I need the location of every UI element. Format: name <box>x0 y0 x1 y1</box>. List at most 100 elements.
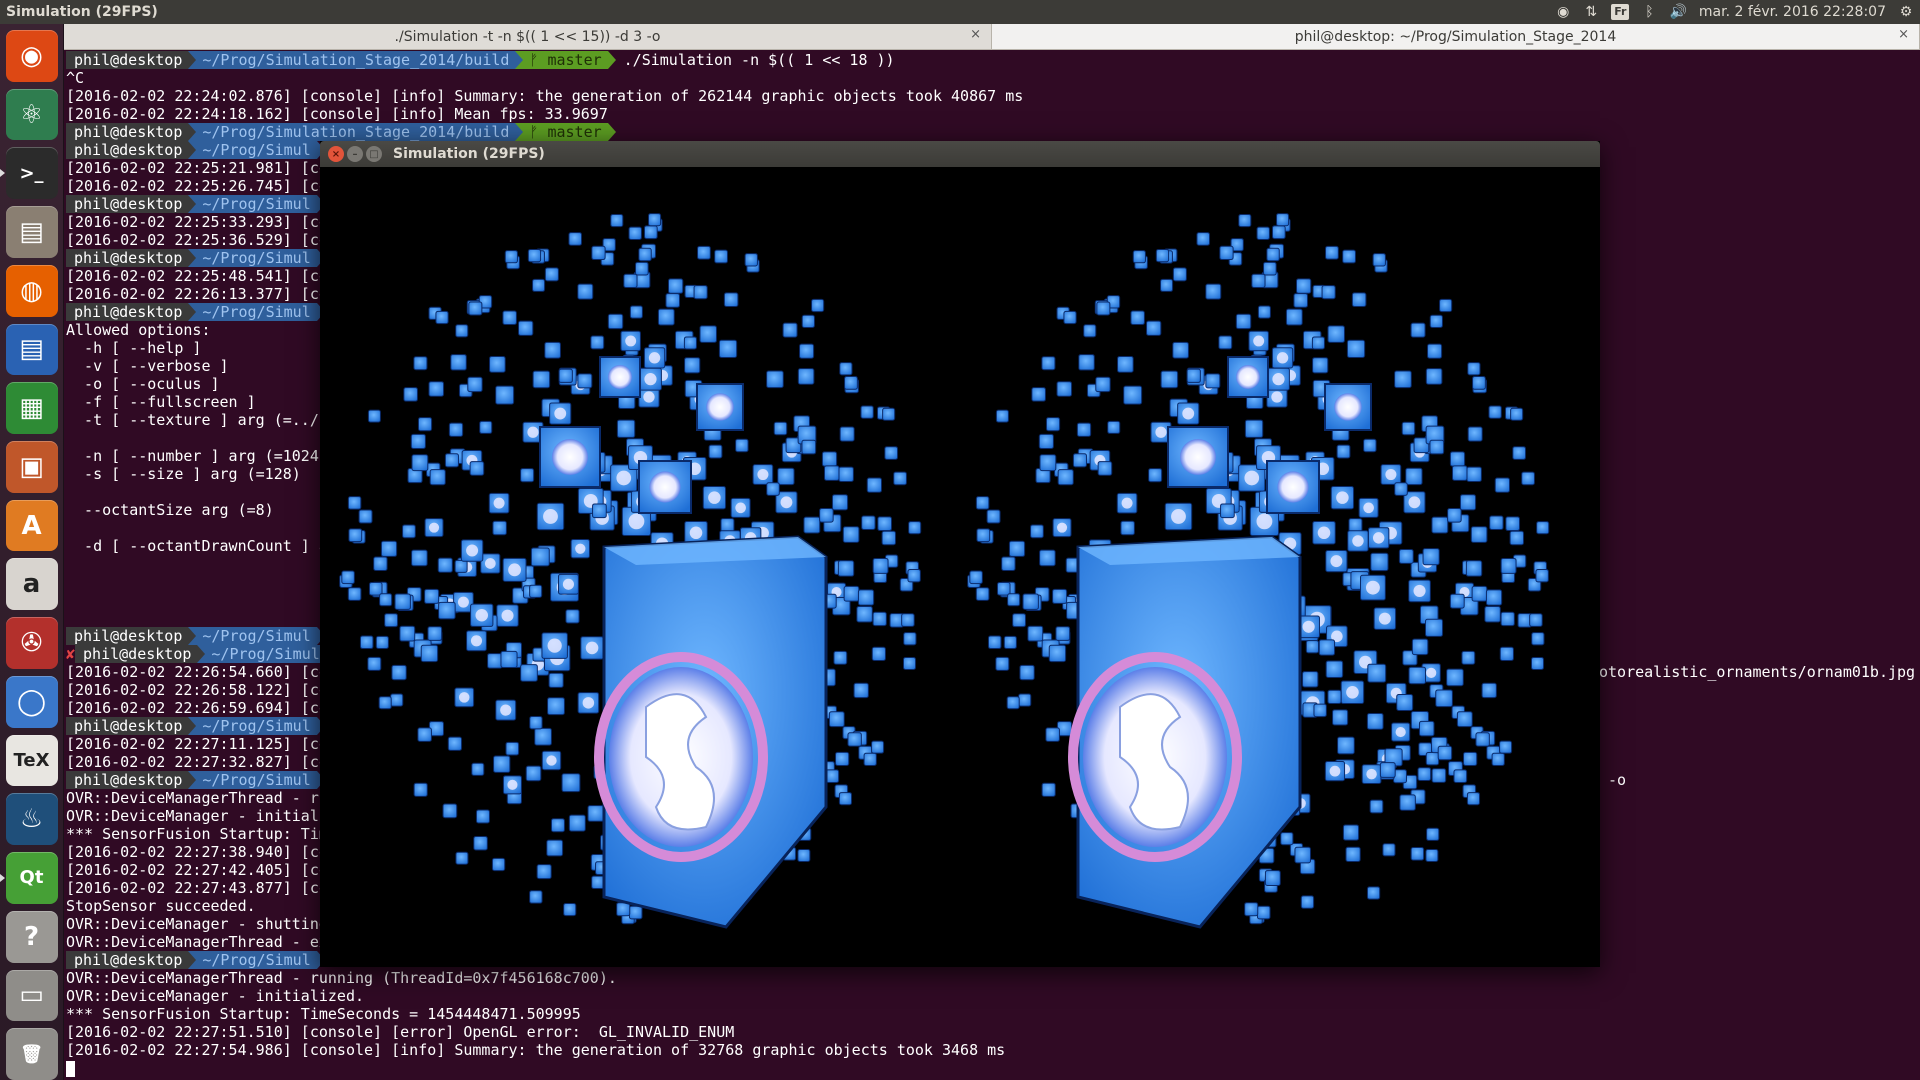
trash-launcher-icon[interactable]: 🗑 <box>5 1028 58 1080</box>
close-icon[interactable]: × <box>1898 27 1909 42</box>
cube <box>1300 895 1315 909</box>
cube <box>577 283 594 300</box>
texmaker-launcher-icon[interactable]: TeX <box>5 734 58 787</box>
amazon-launcher-icon[interactable]: a <box>5 558 58 611</box>
terminal-tab-home[interactable]: phil@desktop: ~/Prog/Simulation_Stage_20… <box>992 24 1920 49</box>
terminal-output-line: *** SensorFusion Startup: TimeSeconds = … <box>66 1005 1920 1023</box>
cube <box>1008 540 1026 557</box>
cube <box>623 273 638 288</box>
cube <box>348 528 363 543</box>
prompt-separator <box>607 123 616 141</box>
cube <box>1264 870 1281 887</box>
firefox-launcher-icon[interactable]: ◍ <box>5 264 58 317</box>
cube <box>1186 368 1201 383</box>
ubuntu-dash-launcher-icon[interactable]: ◉ <box>5 30 58 82</box>
cube <box>1220 503 1235 519</box>
cube <box>1488 405 1502 419</box>
cube <box>842 526 860 543</box>
prompt-directory: ~/Prog/Simul <box>205 645 326 663</box>
prompt-directory: ~/Prog/Simul <box>196 141 317 159</box>
steam-tray-icon[interactable]: ◉ <box>1555 3 1571 21</box>
prompt-user: phil@desktop <box>66 141 189 159</box>
git-branch-icon: ᚠ <box>529 51 539 69</box>
cube <box>527 248 542 263</box>
cube <box>1117 356 1134 373</box>
libreoffice-writer-launcher-icon[interactable]: ▤ <box>5 323 58 376</box>
close-icon[interactable]: × <box>970 27 981 42</box>
bluetooth-icon[interactable]: ᛒ <box>1641 3 1657 21</box>
files-launcher-icon[interactable]: ▤ <box>5 206 58 258</box>
keyboard-layout-indicator[interactable]: Fr <box>1611 4 1630 20</box>
output-text: [2016-02-02 22:25:21.981] [co <box>66 159 328 177</box>
gear-icon[interactable]: ⚙ <box>1898 3 1914 21</box>
cube <box>591 245 606 261</box>
output-text: [2016-02-02 22:27:32.827] [co <box>66 753 328 771</box>
cube-medallion <box>1352 535 1364 547</box>
atom-editor-launcher-icon[interactable]: ⚛ <box>5 88 58 141</box>
close-icon[interactable]: × <box>328 146 344 162</box>
qt-creator-launcher-icon[interactable]: Qt <box>0 852 58 904</box>
cube <box>856 606 873 623</box>
cube <box>1056 381 1073 397</box>
cube <box>1041 356 1056 371</box>
terminal-tab-simulation[interactable]: ./Simulation -t -n $(( 1 << 15)) -d 3 -o… <box>64 24 992 49</box>
cube <box>1470 526 1488 543</box>
cube <box>1472 375 1486 390</box>
stereo-render-view[interactable] <box>320 167 1600 967</box>
cube <box>1348 518 1363 533</box>
cube <box>1332 709 1349 726</box>
cube <box>1529 613 1543 627</box>
cube <box>986 509 1001 524</box>
network-icon[interactable]: ⇅ <box>1583 3 1599 21</box>
system-settings-launcher-icon[interactable]: ✇ <box>5 617 58 669</box>
volume-icon[interactable]: 🔊 <box>1669 3 1686 21</box>
libreoffice-calc-launcher-icon[interactable]: ▦ <box>5 382 58 435</box>
cube <box>871 740 885 754</box>
help-launcher-icon[interactable]: ? <box>5 910 58 963</box>
cube <box>628 226 642 241</box>
cube-medallion <box>458 692 470 703</box>
cube <box>487 653 503 669</box>
minimize-icon[interactable]: – <box>347 146 363 162</box>
simulation-titlebar[interactable]: × – □ Simulation (29FPS) <box>320 141 1600 167</box>
cube <box>438 601 456 620</box>
simulation-window[interactable]: × – □ Simulation (29FPS) <box>320 141 1600 967</box>
launcher: ◉ ⚛ >_ ▤ ◍ ▤ ▦ ▣ Aa ✇ ◯ TeX ♨ Qt? ▭ 🗑 <box>0 24 64 1080</box>
prompt-user: phil@desktop <box>66 303 189 321</box>
cube <box>976 528 991 543</box>
cube <box>411 454 429 472</box>
cube-medallion <box>1171 509 1186 524</box>
prompt-directory: ~/Prog/Simulation_Stage_2014/build <box>196 123 516 141</box>
maximize-icon[interactable]: □ <box>366 146 382 162</box>
cube-medallion <box>780 496 793 509</box>
software-center-launcher-icon[interactable]: A <box>5 499 58 552</box>
chromium-launcher-icon[interactable]: ◯ <box>5 675 58 728</box>
cube <box>429 469 446 486</box>
cube <box>1027 625 1044 642</box>
cube <box>1342 824 1360 841</box>
cube <box>1475 732 1490 747</box>
cube <box>995 656 1010 671</box>
cube <box>1396 694 1414 711</box>
prompt-command: ./Simulation -n $(( 1 << 18 )) <box>623 51 895 69</box>
terminal-output-line: [2016-02-02 22:27:51.510] [console] [err… <box>66 1023 1920 1041</box>
cube <box>1003 635 1017 649</box>
clock[interactable]: mar. 2 févr. 2016 22:28:07 <box>1699 3 1886 21</box>
cube <box>558 368 573 383</box>
cube-medallion <box>689 526 703 540</box>
cube <box>546 839 564 857</box>
cube <box>1435 689 1453 708</box>
cube <box>1512 446 1527 460</box>
steam-launcher-icon[interactable]: ♨ <box>5 793 58 846</box>
libreoffice-impress-launcher-icon[interactable]: ▣ <box>5 441 58 493</box>
cube <box>1467 362 1481 376</box>
cube <box>1327 689 1342 704</box>
drive-launcher-icon[interactable]: ▭ <box>5 969 58 1022</box>
trash-icon: 🗑 <box>20 1043 43 1065</box>
cube-medallion <box>1366 768 1377 780</box>
tab-label: phil@desktop: ~/Prog/Simulation_Stage_20… <box>1294 28 1617 45</box>
output-text: [2016-02-02 22:26:58.122] [co <box>66 681 328 699</box>
error-status-icon: ✘ <box>66 645 76 663</box>
terminal-launcher-icon[interactable]: >_ <box>0 147 58 200</box>
cube <box>1321 285 1336 300</box>
